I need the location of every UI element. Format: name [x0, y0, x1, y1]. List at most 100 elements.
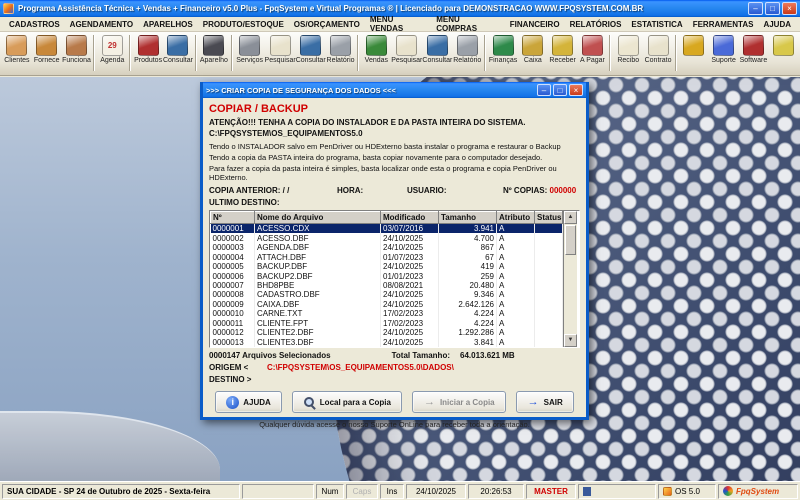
toolbar-button-consultar-servicos[interactable]: Consultar	[296, 34, 326, 65]
minimize-button[interactable]: –	[748, 2, 763, 15]
toolbar-button-produtos[interactable]: Produtos	[133, 34, 163, 65]
table-row[interactable]: 0000006 BACKUP2.DBF 01/01/2023 259 A	[210, 271, 563, 281]
table-row[interactable]: 0000013 CLIENTE3.DBF 24/10/2025 3.841 A	[210, 337, 563, 347]
exit-door-icon	[772, 35, 794, 56]
table-cell: A	[496, 271, 535, 281]
table-row[interactable]: 0000010 CARNE.TXT 17/02/2023 4.224 A	[210, 309, 563, 319]
scroll-up-icon[interactable]: ▲	[564, 211, 577, 224]
table-cell: 1.292.286	[438, 328, 497, 338]
menu-item-ferramentas[interactable]: FERRAMENTAS	[688, 20, 759, 29]
toolbar-label: Aparelho	[199, 57, 228, 64]
toolbar-button-servicos[interactable]: Serviços	[235, 34, 265, 65]
ajuda-button[interactable]: i AJUDA	[215, 391, 282, 413]
column-header[interactable]: Nome do Arquivo	[254, 211, 381, 224]
table-cell	[534, 337, 563, 347]
toolbar-button-vendas[interactable]: Vendas	[361, 34, 391, 65]
dialog-close-button[interactable]: ×	[569, 84, 583, 96]
table-row[interactable]: 0000009 CAIXA.DBF 24/10/2025 2.642.126 A	[210, 299, 563, 310]
toolbar-button-relatorio-vendas[interactable]: Relatório	[452, 34, 482, 65]
toolbar-button-relatorio-servicos[interactable]: Relatório	[326, 34, 356, 65]
toolbar-button-funciona[interactable]: Funciona	[62, 34, 92, 65]
local-copia-button[interactable]: Local para a Copia	[291, 391, 402, 413]
toolbar-button-software[interactable]: Software	[739, 34, 769, 65]
toolbar-button-aparelho[interactable]: Aparelho	[199, 34, 229, 65]
maximize-button[interactable]: □	[765, 2, 780, 15]
column-header[interactable]: Modificado	[380, 211, 439, 224]
tools-icon	[239, 35, 261, 56]
coins-icon	[683, 35, 705, 56]
toolbar-button-consultar-vendas[interactable]: Consultar	[422, 34, 452, 65]
column-header[interactable]: Atributo	[496, 211, 535, 224]
column-header[interactable]: Status	[534, 211, 563, 224]
dialog-titlebar[interactable]: >>> CRIAR COPIA DE SEGURANÇA DOS DADOS <…	[203, 82, 586, 98]
table-cell: A	[496, 261, 535, 272]
scroll-thumb[interactable]	[565, 225, 576, 255]
toolbar-button-suporte[interactable]: Suporte	[709, 34, 739, 65]
close-button[interactable]: ×	[782, 2, 797, 15]
toolbar-button-pesquisar-servicos[interactable]: Pesquisar	[265, 34, 296, 65]
menu-item-produto-estoque[interactable]: PRODUTO/ESTOQUE	[198, 20, 289, 29]
dialog-minimize-button[interactable]: –	[537, 84, 551, 96]
toolbar-button-contrato[interactable]: Contrato	[643, 34, 673, 65]
toolbar-button-moedas[interactable]	[679, 34, 709, 58]
products-cart-icon	[137, 35, 159, 56]
toolbar-button-financas[interactable]: Finanças	[488, 34, 518, 65]
menu-item-os-or-amento[interactable]: OS/ORÇAMENTO	[289, 20, 365, 29]
table-row[interactable]: 0000002 ACESSO.DBF 24/10/2025 4.700 A	[210, 233, 563, 243]
table-cell: 0000006	[210, 271, 255, 281]
dialog-maximize-button[interactable]: □	[553, 84, 567, 96]
scroll-down-icon[interactable]: ▼	[564, 334, 577, 347]
toolbar-button-a-pagar[interactable]: A Pagar	[578, 34, 608, 65]
toolbar-button-receber[interactable]: Receber	[548, 34, 578, 65]
column-header[interactable]: Tamanho	[438, 211, 497, 224]
instruction-line-3: Para fazer a copia da pasta inteira é si…	[209, 164, 557, 182]
table-row[interactable]: 0000007 BHD8PBE 08/08/2021 20.480 A	[210, 280, 563, 291]
ultimo-destino-label: ULTIMO DESTINO:	[209, 198, 280, 207]
iniciar-copia-button[interactable]: → Iniciar a Copia	[411, 391, 506, 413]
toolbar-button-recibo[interactable]: Recibo	[613, 34, 643, 65]
sair-button[interactable]: → SAIR	[515, 391, 574, 413]
toolbar-button-clientes[interactable]: Clientes	[2, 34, 32, 65]
menu-item-financeiro[interactable]: FINANCEIRO	[505, 20, 565, 29]
table-cell: A	[496, 318, 535, 329]
menu-item-menu-compras[interactable]: MENU COMPRAS	[431, 15, 505, 33]
table-row[interactable]: 0000005 BACKUP.DBF 24/10/2025 419 A	[210, 261, 563, 272]
software-icon	[742, 35, 764, 56]
toolbar-button-consultar-produtos[interactable]: Consultar	[163, 34, 193, 65]
app-window-controls: – □ ×	[748, 2, 797, 15]
brand-logo-icon	[723, 486, 733, 496]
table-row[interactable]: 0000012 CLIENTE2.DBF 24/10/2025 1.292.286 A	[210, 328, 563, 338]
toolbar-button-sair-app[interactable]	[768, 34, 798, 58]
toolbar-button-pesquisar-vendas[interactable]: Pesquisar	[391, 34, 422, 65]
table-cell: 01/01/2023	[380, 271, 439, 281]
menu-item-estatistica[interactable]: ESTATISTICA	[626, 20, 687, 29]
table-cell: CARNE.TXT	[254, 309, 381, 319]
table-row[interactable]: 0000011 CLIENTE.FPT 17/02/2023 4.224 A	[210, 318, 563, 329]
menu-item-ajuda[interactable]: AJUDA	[758, 20, 796, 29]
destino-row: DESTINO >	[209, 375, 580, 384]
menu-item-cadastros[interactable]: CADASTROS	[4, 20, 65, 29]
column-header[interactable]: Nº	[210, 211, 255, 224]
usuario-label: USUARIO:	[407, 186, 447, 195]
table-cell: ACESSO.DBF	[254, 233, 381, 243]
toolbar-button-agenda[interactable]: 29 Agenda	[97, 34, 127, 65]
toolbar-button-caixa[interactable]: Caixa	[518, 34, 548, 65]
menu-item-agendamento[interactable]: AGENDAMENTO	[65, 20, 138, 29]
origem-row: ORIGEM < C:\FPQSYSTEM\OS_EQUIPAMENTOS5.0…	[209, 363, 580, 372]
table-scrollbar[interactable]: ▲ ▼	[563, 211, 577, 347]
file-table-head-row: Nº Nome do Arquivo Modificado Tamanho Atribu…	[210, 211, 563, 224]
menu-item-aparelhos[interactable]: APARELHOS	[138, 20, 198, 29]
table-row[interactable]: 0000003 AGENDA.DBF 24/10/2025 867 A	[210, 242, 563, 253]
menu-item-relat-rios[interactable]: RELATÓRIOS	[565, 20, 627, 29]
table-row[interactable]: 0000001 ACESSO.CDX 03/07/2016 3.941 A	[210, 223, 563, 234]
toolbar-label: Produtos	[134, 57, 163, 64]
toolbar-label: Pesquisar	[264, 57, 296, 64]
toolbar-button-fornece[interactable]: Fornece	[32, 34, 62, 65]
table-cell: 3.841	[438, 337, 497, 347]
table-row[interactable]: 0000004 ATTACH.DBF 01/07/2023 67 A	[210, 252, 563, 262]
os-version-icon	[663, 486, 672, 496]
menu-item-menu-vendas[interactable]: MENU VENDAS	[365, 15, 431, 33]
table-cell: 0000002	[210, 233, 255, 243]
table-row[interactable]: 0000008 CADASTRO.DBF 24/10/2025 9.346 A	[210, 290, 563, 300]
table-cell: 3.941	[438, 223, 497, 234]
